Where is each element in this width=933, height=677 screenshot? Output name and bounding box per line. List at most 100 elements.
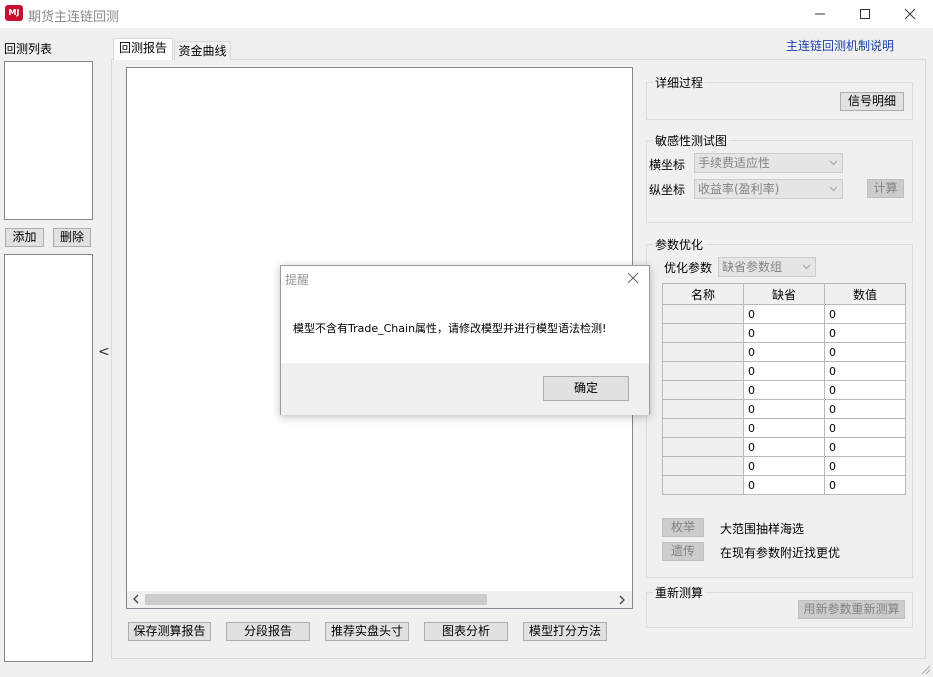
param-name-cell (662, 475, 744, 495)
param-set-select[interactable]: 缺省参数组 (718, 257, 816, 277)
chevron-down-icon (802, 264, 811, 270)
chart-analysis-button[interactable]: 图表分析 (424, 622, 508, 641)
genetic-description: 在现有参数附近找更优 (720, 546, 841, 560)
param-name-cell (662, 304, 744, 324)
close-icon (904, 8, 915, 20)
table-row: 00 (662, 437, 906, 457)
app-logo-icon: MJ (5, 5, 23, 21)
param-name-cell (662, 418, 744, 438)
param-value-cell[interactable]: 0 (824, 380, 906, 400)
column-header-name: 名称 (662, 283, 744, 305)
param-value-cell[interactable]: 0 (824, 475, 906, 495)
close-icon (627, 272, 639, 284)
table-row: 00 (662, 323, 906, 343)
table-row: 00 (662, 342, 906, 362)
chevron-down-icon (829, 160, 838, 166)
table-row: 00 (662, 361, 906, 381)
sensitivity-group-title: 敏感性测试图 (653, 132, 730, 149)
param-default-cell[interactable]: 0 (743, 323, 825, 343)
maximize-button[interactable] (842, 0, 887, 28)
param-default-cell[interactable]: 0 (743, 380, 825, 400)
enumerate-description: 大范围抽样海选 (720, 522, 805, 536)
param-default-cell[interactable]: 0 (743, 342, 825, 362)
param-default-cell[interactable]: 0 (743, 361, 825, 381)
param-name-cell (662, 399, 744, 419)
param-value-cell[interactable]: 0 (824, 342, 906, 362)
x-axis-value: 手续费适应性 (698, 156, 771, 170)
optimize-group-title: 参数优化 (653, 236, 706, 253)
save-report-button[interactable]: 保存测算报告 (128, 622, 211, 641)
delete-button[interactable]: 删除 (53, 228, 91, 247)
param-name-cell (662, 323, 744, 343)
param-table: 名称 缺省 数值 00 00 00 00 00 00 00 00 00 00 (662, 283, 906, 495)
tab-equity-curve[interactable]: 资金曲线 (174, 41, 231, 60)
scroll-right-icon[interactable] (619, 594, 625, 608)
minimize-icon (814, 13, 825, 15)
param-value-cell[interactable]: 0 (824, 361, 906, 381)
tab-backtest-report[interactable]: 回测报告 (113, 38, 173, 60)
optimize-param-label: 优化参数 (664, 261, 713, 275)
param-name-cell (662, 361, 744, 381)
param-value-cell[interactable]: 0 (824, 304, 906, 324)
table-header-row: 名称 缺省 数值 (662, 283, 906, 305)
dialog-close-button[interactable] (627, 272, 639, 287)
model-scoring-button[interactable]: 模型打分方法 (523, 622, 607, 641)
close-window-button[interactable] (887, 0, 932, 28)
param-default-cell[interactable]: 0 (743, 399, 825, 419)
maximize-icon (859, 9, 870, 19)
x-axis-label: 横坐标 (649, 158, 686, 172)
mechanism-help-link[interactable]: 主连链回测机制说明 (786, 37, 894, 54)
backtest-list-title: 回测列表 (4, 42, 53, 56)
window-title: 期货主连链回测 (28, 10, 120, 25)
alert-dialog: 提醒 模型不含有Trade_Chain属性，请修改模型并进行模型语法检测! 确定 (280, 265, 650, 415)
recommend-position-button[interactable]: 推荐实盘头寸 (325, 622, 409, 641)
column-header-value: 数值 (824, 283, 906, 305)
model-list[interactable] (4, 254, 93, 662)
param-value-cell[interactable]: 0 (824, 456, 906, 476)
segment-report-button[interactable]: 分段报告 (226, 622, 310, 641)
param-value-cell[interactable]: 0 (824, 323, 906, 343)
table-row: 00 (662, 304, 906, 324)
scroll-left-icon[interactable] (133, 594, 139, 607)
backtest-list[interactable] (4, 61, 93, 220)
dialog-title: 提醒 (285, 273, 310, 287)
recalc-group-title: 重新测算 (653, 584, 706, 601)
detail-group-title: 详细过程 (653, 74, 706, 91)
table-row: 00 (662, 380, 906, 400)
table-row: 00 (662, 418, 906, 438)
param-name-cell (662, 342, 744, 362)
param-name-cell (662, 437, 744, 457)
param-value-cell[interactable]: 0 (824, 437, 906, 457)
param-default-cell[interactable]: 0 (743, 456, 825, 476)
recalc-button[interactable]: 用新参数重新测算 (798, 600, 905, 619)
param-name-cell (662, 380, 744, 400)
x-axis-select[interactable]: 手续费适应性 (694, 153, 843, 173)
enumerate-button[interactable]: 枚举 (662, 518, 704, 537)
y-axis-select[interactable]: 收益率(盈利率) (694, 179, 843, 199)
param-default-cell[interactable]: 0 (743, 475, 825, 495)
param-value-cell[interactable]: 0 (824, 418, 906, 438)
table-row: 00 (662, 399, 906, 419)
minimize-button[interactable] (797, 0, 842, 28)
add-button[interactable]: 添加 (5, 228, 44, 247)
column-header-default: 缺省 (743, 283, 825, 305)
horizontal-scrollbar[interactable] (127, 591, 632, 608)
table-row: 00 (662, 456, 906, 476)
param-default-cell[interactable]: 0 (743, 418, 825, 438)
genetic-button[interactable]: 遗传 (662, 542, 704, 561)
signal-detail-button[interactable]: 信号明细 (840, 92, 904, 111)
param-value-cell[interactable]: 0 (824, 399, 906, 419)
ok-button[interactable]: 确定 (543, 376, 629, 401)
title-bar: MJ 期货主连链回测 (0, 0, 933, 28)
param-default-cell[interactable]: 0 (743, 304, 825, 324)
resize-grip-icon[interactable] (919, 663, 931, 675)
scrollbar-thumb[interactable] (145, 594, 487, 605)
param-default-cell[interactable]: 0 (743, 437, 825, 457)
collapse-chevron-icon[interactable]: < (98, 344, 110, 360)
y-axis-value: 收益率(盈利率) (698, 182, 780, 196)
y-axis-label: 纵坐标 (649, 183, 686, 197)
compute-button[interactable]: 计算 (867, 179, 904, 198)
table-row: 00 (662, 475, 906, 495)
dialog-footer: 确定 (281, 363, 649, 415)
param-set-value: 缺省参数组 (722, 260, 783, 274)
